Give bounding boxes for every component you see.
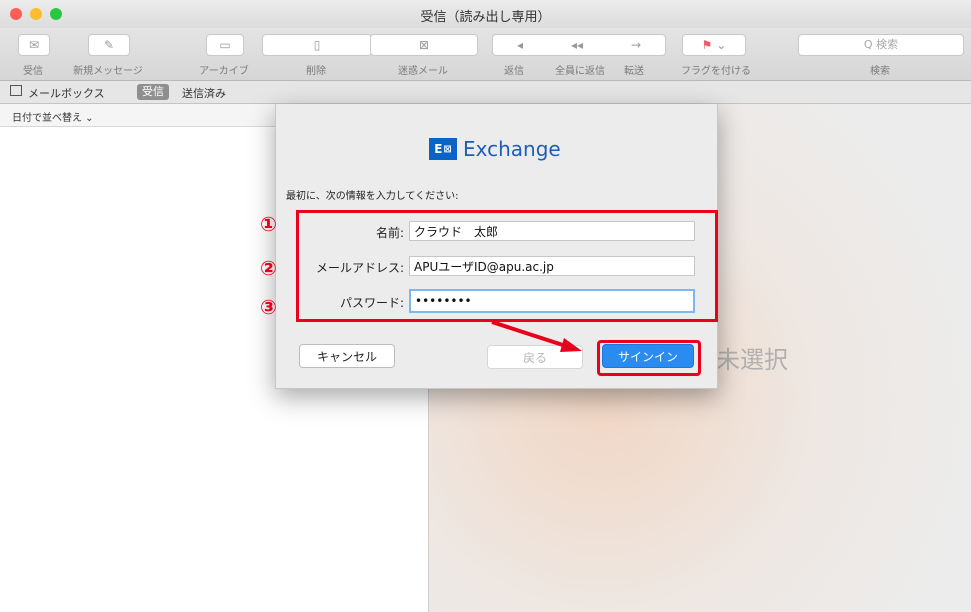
- forward-icon[interactable]: →: [631, 38, 641, 52]
- sent-tab[interactable]: 送信済み: [182, 85, 226, 101]
- reply-label: 返信: [504, 66, 524, 77]
- annotation-two: ②: [260, 256, 277, 280]
- trash-icon: ▯: [313, 38, 321, 52]
- logo-mark: ⊠: [443, 143, 452, 155]
- annotation-one: ①: [260, 212, 277, 236]
- archive-label: アーカイブ: [199, 66, 249, 77]
- envelope-icon: ✉: [28, 38, 40, 52]
- archive-button[interactable]: ▭: [206, 34, 244, 56]
- window-title: 受信（読み出し専用）: [420, 10, 551, 25]
- dialog-prompt: 最初に、次の情報を入力してください:: [286, 191, 459, 202]
- toolbar: ✉ ✎ ▭ ▯ ⊠ ◂ ◂◂ → ⚑ ⌄ Q 検索 受信 新規メッセージ アーカ…: [0, 28, 971, 81]
- reply-icon[interactable]: ◂: [517, 38, 523, 52]
- reply-all-label: 全員に返信: [555, 66, 605, 77]
- new-message-button[interactable]: ✎: [88, 34, 130, 56]
- title-bar: 受信（読み出し専用）: [0, 0, 971, 28]
- delete-label: 削除: [306, 66, 326, 77]
- sign-in-highlight-box: [597, 340, 701, 376]
- sort-button[interactable]: 日付で並べ替え ⌄: [12, 109, 94, 124]
- junk-button[interactable]: ⊠: [370, 34, 478, 56]
- exchange-header: E ⊠ Exchange: [429, 137, 561, 161]
- exchange-logo-icon: E ⊠: [429, 138, 457, 160]
- reply-group: ◂ ◂◂ →: [492, 34, 666, 56]
- flag-icon: ⚑: [701, 38, 713, 52]
- reply-all-icon[interactable]: ◂◂: [571, 38, 583, 52]
- search-input[interactable]: Q 検索: [798, 34, 964, 56]
- arrow-icon: [491, 320, 582, 352]
- search-label: 検索: [870, 66, 890, 77]
- flag-button[interactable]: ⚑ ⌄: [682, 34, 746, 56]
- inbox-label: 受信: [23, 66, 43, 77]
- fields-highlight-box: [296, 210, 718, 322]
- flag-label: フラグを付ける: [681, 66, 751, 77]
- favorites-bar: メールボックス 受信 送信済み: [0, 81, 971, 104]
- inbox-tab[interactable]: 受信: [137, 84, 169, 100]
- new-message-label: 新規メッセージ: [73, 66, 143, 77]
- archive-icon: ▭: [219, 38, 231, 52]
- junk-label: 迷惑メール: [398, 66, 448, 77]
- forward-label: 転送: [624, 66, 644, 77]
- mailboxes-button[interactable]: メールボックス: [28, 85, 105, 101]
- junk-icon: ⊠: [418, 38, 430, 52]
- compose-icon: ✎: [103, 38, 115, 52]
- get-mail-button[interactable]: ✉: [18, 34, 50, 56]
- sidebar-toggle-icon[interactable]: [10, 85, 22, 96]
- logo-letter: E: [434, 142, 443, 156]
- cancel-button[interactable]: キャンセル: [299, 344, 395, 368]
- delete-button[interactable]: ▯: [262, 34, 372, 56]
- exchange-title: Exchange: [463, 137, 561, 161]
- annotation-three: ③: [260, 295, 277, 319]
